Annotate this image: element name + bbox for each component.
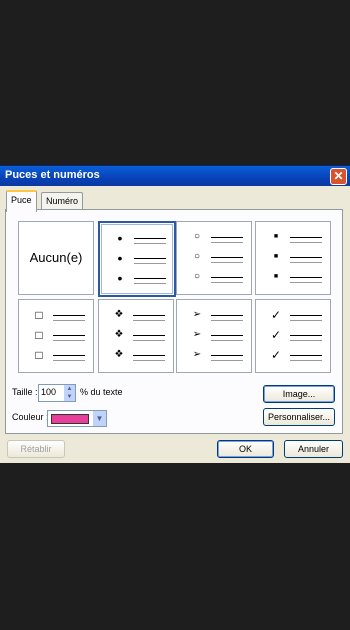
bullet-arrow-icon: ➢ <box>192 349 202 360</box>
reset-button[interactable]: Rétablir <box>7 440 65 458</box>
color-picker[interactable]: ▼ <box>47 410 107 427</box>
size-spinner[interactable]: 100 ▲ ▼ <box>38 384 76 402</box>
bullet-arrow-icon: ➢ <box>192 309 202 320</box>
bullet-option-square[interactable]: ■ ■ ■ <box>255 221 331 295</box>
bullet-option-diamond[interactable]: ❖ ❖ ❖ <box>98 299 174 373</box>
tab-bullet[interactable]: Puce <box>6 190 37 212</box>
dialog-title: Puces et numéros <box>5 169 100 181</box>
tab-number[interactable]: Numéro <box>41 192 84 210</box>
bullet-circle-icon: ○ <box>193 251 201 262</box>
bullet-diamond-icon: ❖ <box>114 349 124 360</box>
ok-button[interactable]: OK <box>217 440 274 458</box>
bullets-numbering-dialog: Puces et numéros ✕ Puce Numéro Aucun(e) … <box>0 165 350 463</box>
bullet-diamond-icon: ❖ <box>114 309 124 320</box>
bullet-option-hollow-square[interactable]: □ □ □ <box>18 299 94 373</box>
bullet-hollow-square-icon: □ <box>35 328 43 342</box>
color-label: Couleur : <box>12 412 49 422</box>
size-value: 100 <box>41 387 57 397</box>
size-label: Taille : <box>12 387 38 397</box>
bullet-square-icon: ■ <box>273 233 279 240</box>
bullet-square-icon: ■ <box>273 253 279 260</box>
reset-button-label: Rétablir <box>20 444 52 454</box>
close-button[interactable]: ✕ <box>330 168 347 185</box>
bullet-option-check[interactable]: ✓ ✓ ✓ <box>255 299 331 373</box>
image-button-label: Image... <box>282 389 316 399</box>
bullet-option-none[interactable]: Aucun(e) <box>18 221 94 295</box>
bullet-check-icon: ✓ <box>270 308 282 322</box>
color-swatch <box>51 414 89 424</box>
close-icon: ✕ <box>333 169 344 183</box>
title-bar[interactable]: Puces et numéros ✕ <box>0 166 350 186</box>
image-button[interactable]: Image... <box>263 385 335 403</box>
bullet-dot-icon: • <box>117 230 123 246</box>
bullet-diamond-icon: ❖ <box>114 329 124 340</box>
bullet-dot-icon: • <box>117 250 123 266</box>
bullet-circle-icon: ○ <box>193 231 201 242</box>
bullet-circle-icon: ○ <box>193 271 201 282</box>
spin-down-icon[interactable]: ▼ <box>64 393 75 401</box>
bullet-option-arrow[interactable]: ➢ ➢ ➢ <box>176 299 252 373</box>
tab-number-label: Numéro <box>46 196 79 206</box>
bullet-check-icon: ✓ <box>270 328 282 342</box>
size-spinner-arrows[interactable]: ▲ ▼ <box>64 385 75 401</box>
bullet-square-icon: ■ <box>273 273 279 280</box>
tab-bullet-label: Puce <box>11 195 32 205</box>
spin-up-icon[interactable]: ▲ <box>64 385 75 393</box>
cancel-button-label: Annuler <box>297 444 330 454</box>
bullet-hollow-square-icon: □ <box>35 308 43 322</box>
bullet-none-label: Aucun(e) <box>29 250 83 265</box>
bullet-option-circle[interactable]: ○ ○ ○ <box>176 221 252 295</box>
customize-button[interactable]: Personnaliser... <box>263 408 335 426</box>
bullet-dot-icon: • <box>117 270 123 286</box>
bullet-hollow-square-icon: □ <box>35 348 43 362</box>
chevron-down-icon[interactable]: ▼ <box>93 411 106 426</box>
ok-button-label: OK <box>238 444 252 454</box>
bullet-arrow-icon: ➢ <box>192 329 202 340</box>
cancel-button[interactable]: Annuler <box>284 440 343 458</box>
customize-button-label: Personnaliser... <box>267 412 331 422</box>
bullet-option-dot[interactable]: • • • <box>98 221 176 297</box>
bullet-check-icon: ✓ <box>270 348 282 362</box>
size-suffix: % du texte <box>80 387 123 397</box>
